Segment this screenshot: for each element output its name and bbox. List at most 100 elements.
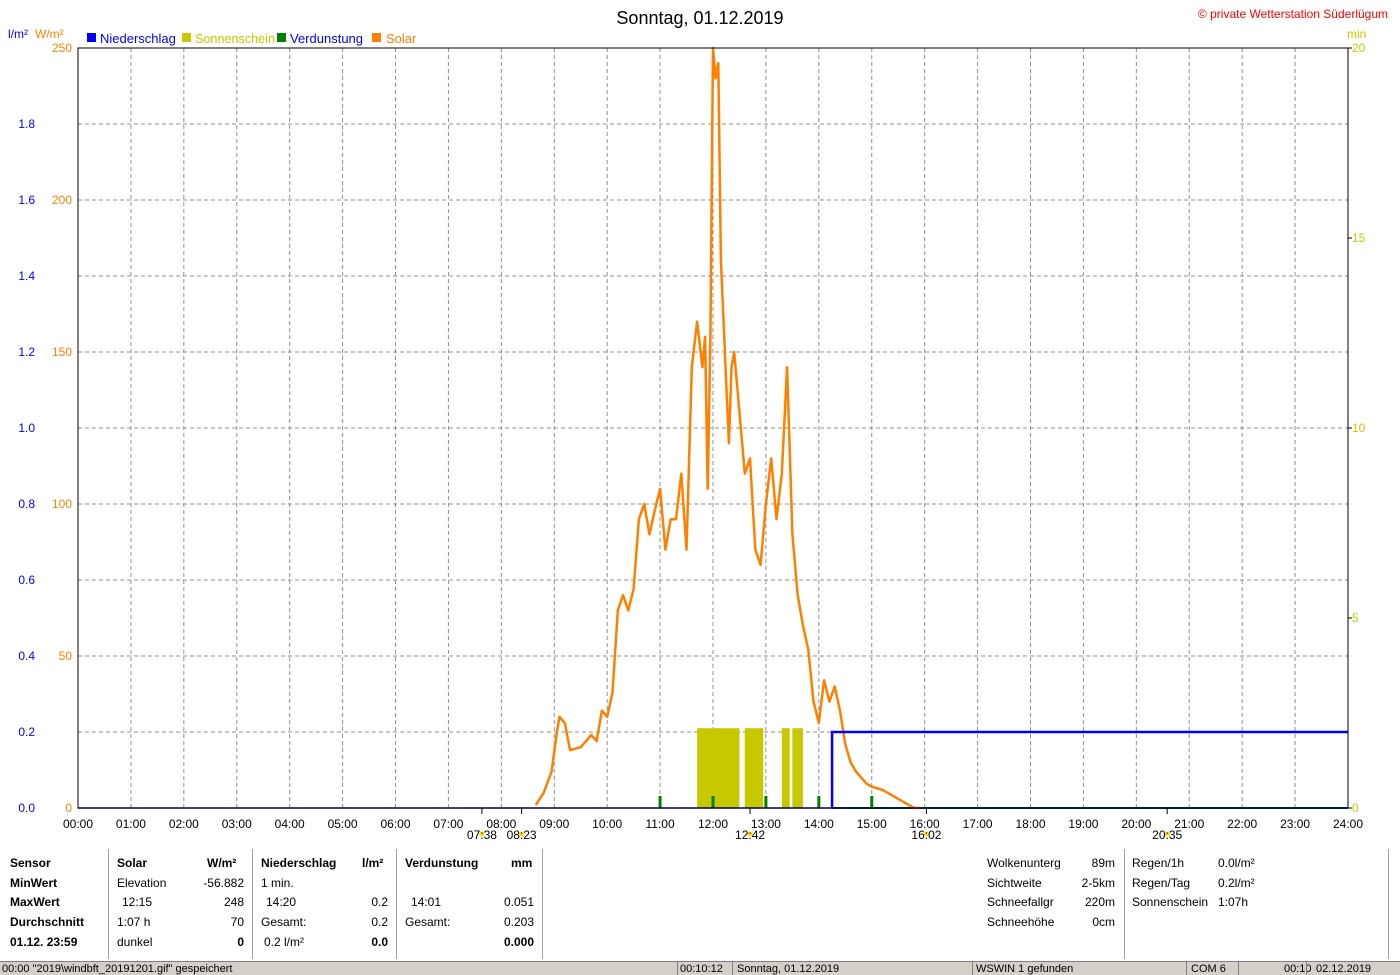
x-tick: 03:00 (222, 817, 252, 831)
time-marker-label: 20:35 (1152, 828, 1182, 842)
precip-current-label: 0.2 l/m² (264, 935, 305, 949)
weather-chart: 0.00.20.40.60.81.01.21.41.61.80501001502… (8, 7, 1388, 842)
weather-value-cloudbase: 89m (1091, 856, 1115, 870)
sunshine-bar (781, 728, 790, 808)
y-tick-solar: 150 (52, 345, 72, 359)
evap-max-label: 14:01 (411, 895, 442, 909)
row-label-current: 01.12. 23:59 (10, 935, 78, 949)
legend: Niederschlag Sonnenschein Verdunstung So… (87, 31, 417, 46)
status-message: 00:00 "2019\windbft_20191201.gif" gespei… (2, 963, 233, 975)
rain-label-sunshine: Sonnenschein (1132, 895, 1209, 909)
x-tick: 17:00 (963, 817, 993, 831)
status-date: 02.12.2019 (1316, 963, 1372, 975)
solar-current-label: dunkel (117, 935, 153, 949)
evaporation-mark (658, 796, 662, 808)
y-tick-precip: 1.2 (18, 345, 35, 359)
evaporation-mark (764, 796, 768, 808)
unit-minutes: min (1347, 27, 1366, 41)
weather-label-snowline: Schneefallgr (987, 895, 1054, 909)
legend-swatch-sonnenschein (182, 33, 191, 42)
legend-label-verdunstung: Verdunstung (290, 31, 363, 46)
weather-value-snowdepth: 0cm (1092, 915, 1115, 929)
unit-solar: W/m² (35, 27, 64, 41)
y-tick-precip: 0.2 (18, 725, 35, 739)
x-tick: 02:00 (169, 817, 199, 831)
y-tick-precip: 0.0 (18, 801, 35, 815)
evap-max-value: 0.051 (503, 895, 534, 909)
row-label-avg: Durchschnitt (10, 915, 85, 929)
y-tick-precip: 1.6 (18, 193, 35, 207)
y-tick-precip: 1.8 (18, 117, 35, 131)
unit-precip: l/m² (8, 27, 28, 41)
evap-total-value: 0.203 (503, 915, 534, 929)
solar-max-value: 248 (223, 895, 244, 909)
time-marker-label: 07:38 (467, 828, 497, 842)
solar-max-label: 12:15 (122, 895, 153, 909)
status-bar: 00:00 "2019\windbft_20191201.gif" gespei… (0, 961, 1400, 975)
precip-current-value: 0.0 (371, 935, 388, 949)
x-tick: 14:00 (804, 817, 834, 831)
evaporation-mark (711, 796, 715, 808)
y-tick-solar: 250 (52, 41, 72, 55)
data-panel: Sensor MinWert MaxWert Durchschnitt 01.1… (0, 845, 1400, 961)
legend-swatch-verdunstung (277, 33, 286, 42)
sunshine-bar (792, 728, 803, 808)
y-tick-solar: 50 (59, 649, 73, 663)
y-tick-precip: 0.8 (18, 497, 35, 511)
evap-header: Verdunstung (405, 856, 479, 870)
x-tick: 18:00 (1015, 817, 1045, 831)
y-tick-precip: 0.4 (18, 649, 35, 663)
row-label-max: MaxWert (10, 895, 60, 909)
y-tick-precip: 1.4 (18, 269, 35, 283)
weather-label-snowdepth: Schneehöhe (987, 915, 1055, 929)
status-wswin: WSWIN 1 gefunden (976, 963, 1074, 975)
solar-avg-label: 1:07 h (117, 915, 151, 929)
precip-min-label: 1 min. (261, 876, 294, 890)
y-tick-solar: 0 (65, 801, 72, 815)
x-tick: 09:00 (539, 817, 569, 831)
x-tick: 23:00 (1280, 817, 1310, 831)
x-tick: 00:00 (63, 817, 93, 831)
evap-total-label: Gesamt: (405, 915, 451, 929)
weather-label-cloudbase: Wolkenunterg (987, 856, 1061, 870)
precip-total-value: 0.2 (371, 915, 388, 929)
precip-total-label: Gesamt: (261, 915, 307, 929)
rain-value-sunshine: 1:07h (1218, 895, 1249, 909)
x-tick: 10:00 (592, 817, 622, 831)
sunshine-bar (744, 728, 764, 808)
solar-current-value: 0 (237, 935, 244, 949)
y-tick-solar: 100 (52, 497, 72, 511)
precip-line (830, 730, 1348, 808)
row-label-sensor: Sensor (10, 856, 51, 870)
y-tick-precip: 0.6 (18, 573, 35, 587)
x-tick: 05:00 (328, 817, 358, 831)
legend-label-niederschlag: Niederschlag (100, 31, 176, 46)
evap-unit: mm (511, 856, 533, 870)
time-marker-label: 08:23 (507, 828, 537, 842)
y-tick-minutes: 5 (1352, 611, 1359, 625)
rain-label-hour: Regen/1h (1132, 856, 1185, 870)
y-tick-minutes: 15 (1352, 231, 1366, 245)
x-tick: 20:00 (1121, 817, 1151, 831)
precip-header: Niederschlag (261, 856, 337, 870)
y-tick-minutes: 20 (1352, 41, 1366, 55)
status-clock: 00:10 (1284, 963, 1312, 975)
legend-swatch-solar (372, 33, 381, 42)
legend-label-solar: Solar (386, 31, 417, 46)
precip-max-value: 0.2 (371, 895, 388, 909)
x-tick: 06:00 (380, 817, 410, 831)
time-marker-label: 16:02 (911, 828, 941, 842)
legend-swatch-niederschlag (87, 33, 96, 42)
row-label-min: MinWert (10, 876, 58, 890)
solar-avg-value: 70 (230, 915, 244, 929)
x-tick: 04:00 (275, 817, 305, 831)
evap-current-value: 0.000 (503, 935, 534, 949)
x-tick: 01:00 (116, 817, 146, 831)
x-tick: 19:00 (1068, 817, 1098, 831)
status-time: 00:10:12 (680, 963, 723, 975)
evaporation-mark (817, 796, 821, 808)
precip-max-label: 14:20 (266, 895, 297, 909)
solar-header: Solar (117, 856, 148, 870)
legend-label-sonnenschein: Sonnenschein (195, 31, 275, 46)
solar-unit: W/m² (207, 856, 237, 870)
